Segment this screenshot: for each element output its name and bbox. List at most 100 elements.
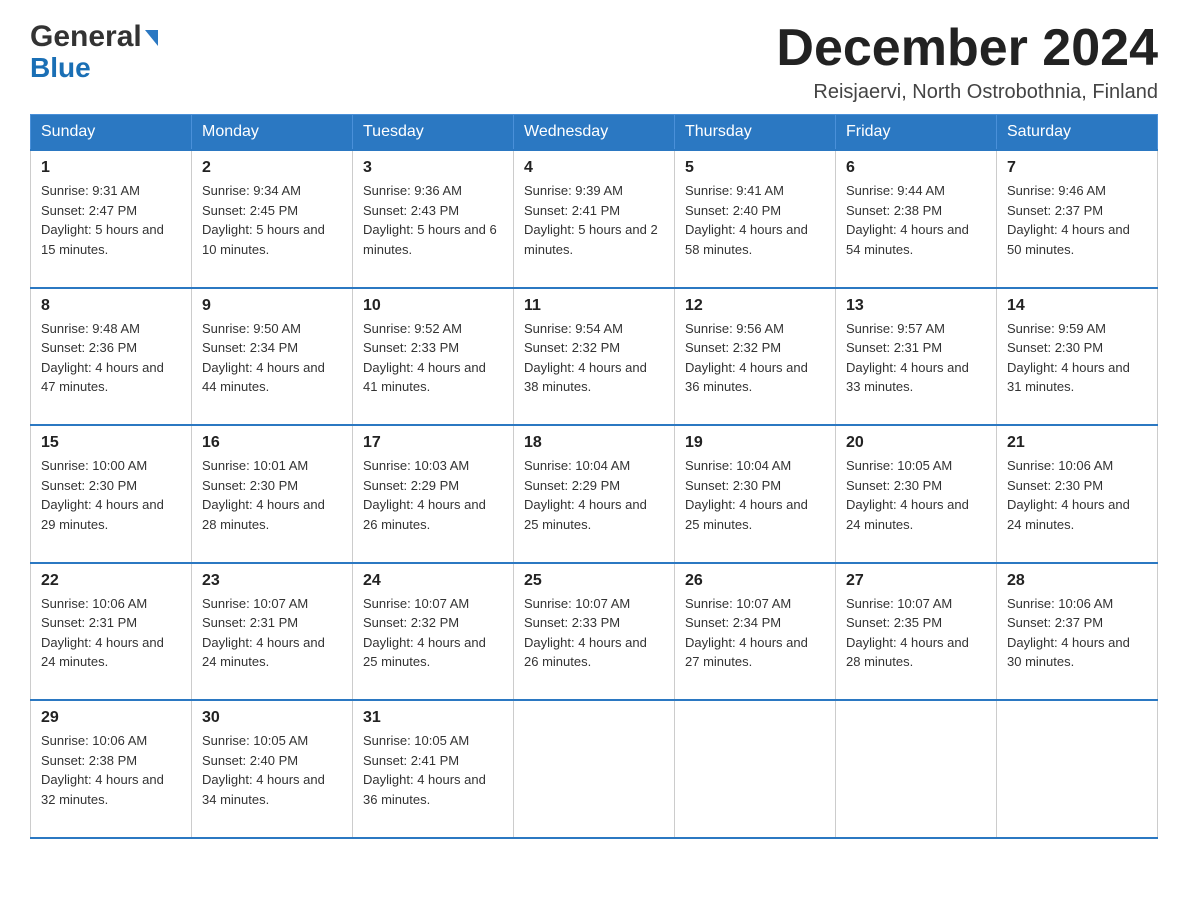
day-info: Sunrise: 9:50 AM Sunset: 2:34 PM Dayligh…: [202, 319, 342, 417]
day-info: Sunrise: 9:31 AM Sunset: 2:47 PM Dayligh…: [41, 181, 181, 279]
day-info: Sunrise: 10:07 AM Sunset: 2:31 PM Daylig…: [202, 594, 342, 692]
weekday-header-monday: Monday: [192, 115, 353, 151]
calendar-week-row: 22 Sunrise: 10:06 AM Sunset: 2:31 PM Day…: [31, 563, 1158, 701]
calendar-cell: 12 Sunrise: 9:56 AM Sunset: 2:32 PM Dayl…: [675, 288, 836, 426]
day-info: Sunrise: 9:54 AM Sunset: 2:32 PM Dayligh…: [524, 319, 664, 417]
calendar-cell: 18 Sunrise: 10:04 AM Sunset: 2:29 PM Day…: [514, 425, 675, 563]
day-info: Sunrise: 9:57 AM Sunset: 2:31 PM Dayligh…: [846, 319, 986, 417]
calendar-cell: 3 Sunrise: 9:36 AM Sunset: 2:43 PM Dayli…: [353, 150, 514, 288]
calendar-cell: 13 Sunrise: 9:57 AM Sunset: 2:31 PM Dayl…: [836, 288, 997, 426]
day-number: 20: [846, 434, 986, 452]
weekday-header-thursday: Thursday: [675, 115, 836, 151]
calendar-cell: 7 Sunrise: 9:46 AM Sunset: 2:37 PM Dayli…: [997, 150, 1158, 288]
calendar-cell: 19 Sunrise: 10:04 AM Sunset: 2:30 PM Day…: [675, 425, 836, 563]
calendar-cell: 5 Sunrise: 9:41 AM Sunset: 2:40 PM Dayli…: [675, 150, 836, 288]
calendar-cell: 26 Sunrise: 10:07 AM Sunset: 2:34 PM Day…: [675, 563, 836, 701]
weekday-header-wednesday: Wednesday: [514, 115, 675, 151]
day-number: 27: [846, 572, 986, 590]
logo: General Blue: [30, 20, 158, 84]
day-info: Sunrise: 10:06 AM Sunset: 2:37 PM Daylig…: [1007, 594, 1147, 692]
logo-arrow-icon: [145, 30, 158, 46]
day-number: 6: [846, 159, 986, 177]
calendar-cell: 9 Sunrise: 9:50 AM Sunset: 2:34 PM Dayli…: [192, 288, 353, 426]
weekday-header-saturday: Saturday: [997, 115, 1158, 151]
day-info: Sunrise: 10:05 AM Sunset: 2:41 PM Daylig…: [363, 731, 503, 829]
day-number: 5: [685, 159, 825, 177]
day-info: Sunrise: 9:46 AM Sunset: 2:37 PM Dayligh…: [1007, 181, 1147, 279]
day-info: Sunrise: 10:04 AM Sunset: 2:30 PM Daylig…: [685, 456, 825, 554]
day-number: 15: [41, 434, 181, 452]
day-number: 25: [524, 572, 664, 590]
day-number: 11: [524, 297, 664, 315]
month-title: December 2024: [776, 20, 1158, 77]
day-number: 23: [202, 572, 342, 590]
calendar-cell: 22 Sunrise: 10:06 AM Sunset: 2:31 PM Day…: [31, 563, 192, 701]
day-number: 7: [1007, 159, 1147, 177]
day-number: 24: [363, 572, 503, 590]
day-number: 14: [1007, 297, 1147, 315]
calendar-cell: 17 Sunrise: 10:03 AM Sunset: 2:29 PM Day…: [353, 425, 514, 563]
calendar-header: SundayMondayTuesdayWednesdayThursdayFrid…: [31, 115, 1158, 151]
day-number: 4: [524, 159, 664, 177]
day-info: Sunrise: 10:07 AM Sunset: 2:34 PM Daylig…: [685, 594, 825, 692]
calendar-cell: 28 Sunrise: 10:06 AM Sunset: 2:37 PM Day…: [997, 563, 1158, 701]
day-number: 9: [202, 297, 342, 315]
day-number: 29: [41, 709, 181, 727]
weekday-header-tuesday: Tuesday: [353, 115, 514, 151]
day-info: Sunrise: 9:39 AM Sunset: 2:41 PM Dayligh…: [524, 181, 664, 279]
day-info: Sunrise: 9:34 AM Sunset: 2:45 PM Dayligh…: [202, 181, 342, 279]
day-info: Sunrise: 9:59 AM Sunset: 2:30 PM Dayligh…: [1007, 319, 1147, 417]
calendar-body: 1 Sunrise: 9:31 AM Sunset: 2:47 PM Dayli…: [31, 150, 1158, 838]
day-info: Sunrise: 9:41 AM Sunset: 2:40 PM Dayligh…: [685, 181, 825, 279]
calendar-table: SundayMondayTuesdayWednesdayThursdayFrid…: [30, 114, 1158, 839]
logo-general-text: General: [30, 20, 142, 54]
calendar-cell: 25 Sunrise: 10:07 AM Sunset: 2:33 PM Day…: [514, 563, 675, 701]
calendar-cell: 8 Sunrise: 9:48 AM Sunset: 2:36 PM Dayli…: [31, 288, 192, 426]
day-info: Sunrise: 9:44 AM Sunset: 2:38 PM Dayligh…: [846, 181, 986, 279]
day-number: 21: [1007, 434, 1147, 452]
calendar-cell: 31 Sunrise: 10:05 AM Sunset: 2:41 PM Day…: [353, 700, 514, 838]
calendar-cell: 2 Sunrise: 9:34 AM Sunset: 2:45 PM Dayli…: [192, 150, 353, 288]
calendar-cell: [836, 700, 997, 838]
day-info: Sunrise: 10:03 AM Sunset: 2:29 PM Daylig…: [363, 456, 503, 554]
calendar-cell: 20 Sunrise: 10:05 AM Sunset: 2:30 PM Day…: [836, 425, 997, 563]
calendar-week-row: 15 Sunrise: 10:00 AM Sunset: 2:30 PM Day…: [31, 425, 1158, 563]
day-info: Sunrise: 10:06 AM Sunset: 2:30 PM Daylig…: [1007, 456, 1147, 554]
calendar-cell: [997, 700, 1158, 838]
calendar-cell: 6 Sunrise: 9:44 AM Sunset: 2:38 PM Dayli…: [836, 150, 997, 288]
day-info: Sunrise: 10:01 AM Sunset: 2:30 PM Daylig…: [202, 456, 342, 554]
day-number: 30: [202, 709, 342, 727]
day-number: 26: [685, 572, 825, 590]
title-area: December 2024 Reisjaervi, North Ostrobot…: [776, 20, 1158, 104]
calendar-cell: [514, 700, 675, 838]
day-number: 2: [202, 159, 342, 177]
day-number: 17: [363, 434, 503, 452]
day-info: Sunrise: 9:36 AM Sunset: 2:43 PM Dayligh…: [363, 181, 503, 279]
calendar-cell: 27 Sunrise: 10:07 AM Sunset: 2:35 PM Day…: [836, 563, 997, 701]
day-number: 18: [524, 434, 664, 452]
day-info: Sunrise: 10:06 AM Sunset: 2:31 PM Daylig…: [41, 594, 181, 692]
day-info: Sunrise: 10:07 AM Sunset: 2:35 PM Daylig…: [846, 594, 986, 692]
day-info: Sunrise: 9:56 AM Sunset: 2:32 PM Dayligh…: [685, 319, 825, 417]
weekday-header-row: SundayMondayTuesdayWednesdayThursdayFrid…: [31, 115, 1158, 151]
calendar-cell: [675, 700, 836, 838]
calendar-cell: 24 Sunrise: 10:07 AM Sunset: 2:32 PM Day…: [353, 563, 514, 701]
day-info: Sunrise: 10:06 AM Sunset: 2:38 PM Daylig…: [41, 731, 181, 829]
calendar-cell: 29 Sunrise: 10:06 AM Sunset: 2:38 PM Day…: [31, 700, 192, 838]
logo-blue-text: Blue: [30, 52, 91, 84]
day-number: 1: [41, 159, 181, 177]
calendar-cell: 4 Sunrise: 9:39 AM Sunset: 2:41 PM Dayli…: [514, 150, 675, 288]
day-info: Sunrise: 10:04 AM Sunset: 2:29 PM Daylig…: [524, 456, 664, 554]
calendar-week-row: 8 Sunrise: 9:48 AM Sunset: 2:36 PM Dayli…: [31, 288, 1158, 426]
day-info: Sunrise: 9:48 AM Sunset: 2:36 PM Dayligh…: [41, 319, 181, 417]
weekday-header-friday: Friday: [836, 115, 997, 151]
day-number: 12: [685, 297, 825, 315]
calendar-cell: 14 Sunrise: 9:59 AM Sunset: 2:30 PM Dayl…: [997, 288, 1158, 426]
day-number: 10: [363, 297, 503, 315]
day-info: Sunrise: 10:00 AM Sunset: 2:30 PM Daylig…: [41, 456, 181, 554]
day-number: 3: [363, 159, 503, 177]
weekday-header-sunday: Sunday: [31, 115, 192, 151]
day-number: 28: [1007, 572, 1147, 590]
day-number: 19: [685, 434, 825, 452]
day-info: Sunrise: 9:52 AM Sunset: 2:33 PM Dayligh…: [363, 319, 503, 417]
